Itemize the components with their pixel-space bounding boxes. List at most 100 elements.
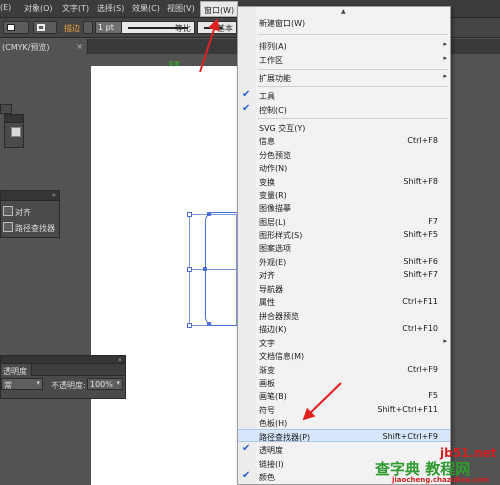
menu-item-2[interactable]: 文字(T) <box>62 3 89 14</box>
bracket-path[interactable] <box>205 212 237 326</box>
stroke-weight-stepper[interactable] <box>83 21 93 34</box>
checkmark-icon: ✔ <box>242 443 251 454</box>
window-menu-item[interactable]: ✔ 工具 <box>238 89 450 102</box>
menu-separator <box>258 118 448 119</box>
gradient-icon[interactable] <box>11 127 21 137</box>
menu-window[interactable]: 窗口(W) <box>200 1 239 17</box>
menu-item-shortcut: Ctrl+F9 <box>407 365 438 374</box>
menu-item-shortcut: Shift+Ctrl+F9 <box>382 432 438 441</box>
window-menu-item[interactable]: 动作(N) <box>238 161 450 174</box>
fill-swatch[interactable] <box>3 21 29 34</box>
scroll-up-icon[interactable]: ▲ <box>341 8 346 15</box>
submenu-arrow-icon: ▸ <box>443 72 447 80</box>
document-tab-label: (CMYK/预览) <box>2 43 50 52</box>
pathfinder-icon <box>3 222 13 232</box>
tab-transparency[interactable]: 透明度 <box>1 364 32 376</box>
brush-select[interactable]: 基本 <box>197 21 237 34</box>
window-menu-item[interactable]: 路径查找器(P) Shift+Ctrl+F9 <box>238 429 450 442</box>
window-menu-item[interactable]: 图案选项 <box>238 241 450 254</box>
menu-item-label: 外观(E) <box>259 258 287 267</box>
menu-item-shortcut: F5 <box>428 391 438 400</box>
menu-item-1[interactable]: 对象(O) <box>24 3 53 14</box>
menu-item-label: SVG 交互(Y) <box>259 124 306 133</box>
window-menu-item[interactable]: 外观(E) Shift+F6 <box>238 255 450 268</box>
opacity-value: 100% <box>90 380 113 389</box>
menu-item-label: 新建窗口(W) <box>259 19 306 28</box>
window-menu-item[interactable]: 工作区 ▸ <box>238 53 450 66</box>
menu-item-label: 文字 <box>259 339 275 348</box>
panel-collapse-icon[interactable]: » <box>52 191 56 199</box>
align-pathfinder-panel: » 对齐 路径查找器 <box>0 190 60 238</box>
window-menu-item[interactable]: 属性 Ctrl+F11 <box>238 295 450 308</box>
window-menu-item[interactable]: 画板 <box>238 376 450 389</box>
menu-item-label: 链接(I) <box>259 460 284 469</box>
anchor-point[interactable] <box>207 212 211 216</box>
window-menu-item[interactable]: 图像描摹 <box>238 201 450 214</box>
window-menu-item[interactable]: 文档信息(M) <box>238 349 450 362</box>
pathfinder-panel-item[interactable]: 路径查找器 <box>15 223 55 234</box>
window-menu-item[interactable]: 排列(A) ▸ <box>238 39 450 52</box>
menu-item-label: 文档信息(M) <box>259 352 305 361</box>
menu-item-label: 对齐 <box>259 271 275 280</box>
watermark-url: jiaocheng.chazidian.com <box>392 476 490 484</box>
document-tab[interactable]: (CMYK/预览) × <box>0 39 88 54</box>
menu-item-label: 变量(R) <box>259 191 287 200</box>
window-menu-item[interactable]: 分色预览 <box>238 148 450 161</box>
stroke-profile-select[interactable]: 等比 <box>121 21 195 34</box>
window-menu-item[interactable]: 渐变 Ctrl+F9 <box>238 363 450 376</box>
menu-separator <box>258 86 448 87</box>
menu-item-shortcut: Ctrl+F8 <box>407 136 438 145</box>
menu-separator <box>258 69 448 70</box>
guide-label: 页面 <box>168 61 181 68</box>
window-menu-item[interactable]: 变换 Shift+F8 <box>238 175 450 188</box>
menu-item-label: 拼合器预览 <box>259 312 299 321</box>
align-panel-item[interactable]: 对齐 <box>15 207 31 218</box>
window-menu-item[interactable]: 新建窗口(W) <box>238 16 450 29</box>
resize-handle[interactable] <box>187 267 192 272</box>
menu-item-shortcut: Shift+F8 <box>403 177 438 186</box>
menu-item-label: 扩展功能 <box>259 74 291 83</box>
submenu-arrow-icon: ▸ <box>443 54 447 62</box>
window-menu-item[interactable]: 图层(L) F7 <box>238 215 450 228</box>
panel-collapsed-stub[interactable] <box>0 104 12 114</box>
window-menu-item[interactable]: 文字 ▸ <box>238 336 450 349</box>
menu-item-label: 图层(L) <box>259 218 286 227</box>
menu-item-label: 属性 <box>259 298 275 307</box>
resize-handle[interactable] <box>187 212 192 217</box>
window-menu-item[interactable]: 符号 Shift+Ctrl+F11 <box>238 403 450 416</box>
menu-item-label: 画板 <box>259 379 275 388</box>
stroke-label[interactable]: 描边 <box>64 23 80 34</box>
window-menu-item[interactable]: 色板(H) <box>238 416 450 429</box>
window-menu-item[interactable]: 信息 Ctrl+F8 <box>238 134 450 147</box>
menu-item-label: 颜色 <box>259 473 275 482</box>
anchor-point[interactable] <box>203 267 207 271</box>
menu-item-label: 色板(H) <box>259 419 288 428</box>
window-menu-item[interactable]: 图形样式(S) Shift+F5 <box>238 228 450 241</box>
brush-label: 基本 <box>217 24 233 33</box>
window-menu-item[interactable]: ✔ 控制(C) <box>238 103 450 116</box>
window-menu-item[interactable]: ✔ 透明度 <box>238 443 450 456</box>
window-menu-item[interactable]: 扩展功能 ▸ <box>238 71 450 84</box>
window-menu-item[interactable]: 画笔(B) F5 <box>238 389 450 402</box>
opacity-label: 不透明度: <box>51 381 86 390</box>
window-menu-item[interactable]: 变量(R) <box>238 188 450 201</box>
window-menu-item[interactable]: SVG 交互(Y) <box>238 121 450 134</box>
window-menu-item[interactable]: 对齐 Shift+F7 <box>238 268 450 281</box>
close-icon[interactable]: × <box>76 42 83 51</box>
anchor-point[interactable] <box>207 322 211 326</box>
menu-item-shortcut: F7 <box>428 217 438 226</box>
menu-item-0[interactable]: (E) <box>0 3 11 12</box>
submenu-arrow-icon: ▸ <box>443 40 447 48</box>
menu-item-5[interactable]: 视图(V) <box>167 3 195 14</box>
window-menu-item[interactable]: 描边(K) Ctrl+F10 <box>238 322 450 335</box>
opacity-input[interactable]: 100% ▾ <box>87 378 123 390</box>
window-menu-item[interactable]: 导航器 <box>238 282 450 295</box>
window-menu-item[interactable]: 拼合器预览 <box>238 309 450 322</box>
blend-mode-select[interactable]: 常 ▾ <box>1 378 43 390</box>
menu-item-4[interactable]: 效果(C) <box>132 3 160 14</box>
resize-handle[interactable] <box>187 323 192 328</box>
stroke-swatch[interactable] <box>33 21 57 34</box>
menu-item-3[interactable]: 选择(S) <box>97 3 124 14</box>
panel-collapse-icon[interactable]: » <box>118 356 122 364</box>
checkmark-icon: ✔ <box>242 89 251 100</box>
